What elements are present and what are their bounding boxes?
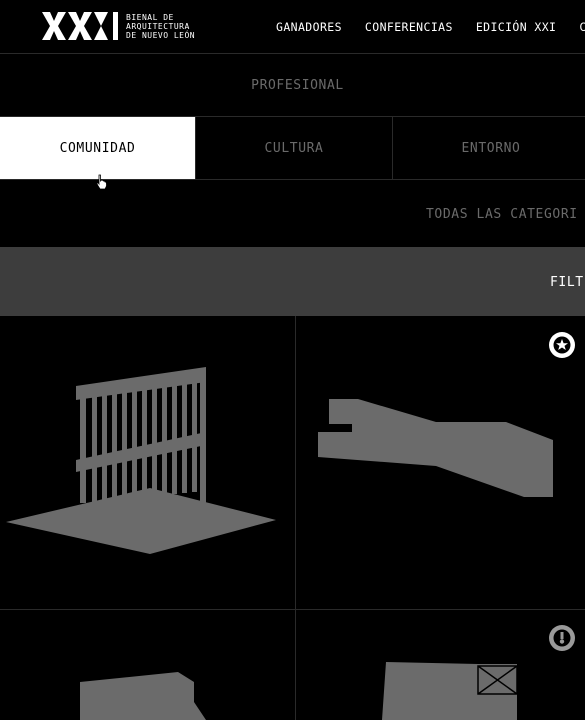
logo-wordmark: BIENAL DE ARQUITECTURA DE NUEVO LEÓN [126,13,195,40]
filter-button[interactable]: FILT [550,275,584,290]
comunidad-model-icon [6,367,276,554]
star-badge [549,332,575,358]
project-card[interactable] [0,610,296,720]
star-icon [553,336,571,354]
project-model-icon [382,662,518,720]
all-categories-filter[interactable]: TODAS LAS CATEGORI [0,180,585,247]
project-card[interactable] [296,316,585,610]
medal-icon [553,629,571,647]
cultura-model-icon [318,399,553,497]
logo-line-1: BIENAL DE [126,12,174,22]
category-tabs: COMUNIDAD CULTURA ENTORNO [0,117,585,180]
xxi-logo-icon [42,12,118,40]
tab-entorno[interactable]: ENTORNO [393,117,585,179]
logo-line-3: DE NUEVO LEÓN [126,30,196,40]
project-model-icon [80,672,206,720]
nav-conferencias[interactable]: CONFERENCIAS [365,20,453,34]
professional-label: PROFESIONAL [251,78,344,93]
project-grid [0,316,585,720]
nav-edicion[interactable]: EDICIÓN XXI [476,20,557,34]
tab-comunidad[interactable]: COMUNIDAD [0,117,196,179]
all-categories-label: TODAS LAS CATEGORI [426,207,578,222]
project-card[interactable] [296,610,585,720]
nav-ganadores[interactable]: GANADORES [276,20,342,34]
logo-line-2: ARQUITECTURA [126,21,190,31]
professional-filter[interactable]: PROFESIONAL [0,55,585,117]
project-card[interactable] [0,316,296,610]
site-header: BIENAL DE ARQUITECTURA DE NUEVO LEÓN GAN… [0,0,585,54]
filter-bar[interactable]: FILT [0,247,585,316]
main-nav: GANADORES CONFERENCIAS EDICIÓN XXI CA [276,20,585,34]
tab-cultura[interactable]: CULTURA [196,117,393,179]
nav-ca[interactable]: CA [579,20,585,34]
medal-badge [549,625,575,651]
logo[interactable]: BIENAL DE ARQUITECTURA DE NUEVO LEÓN [42,12,195,40]
